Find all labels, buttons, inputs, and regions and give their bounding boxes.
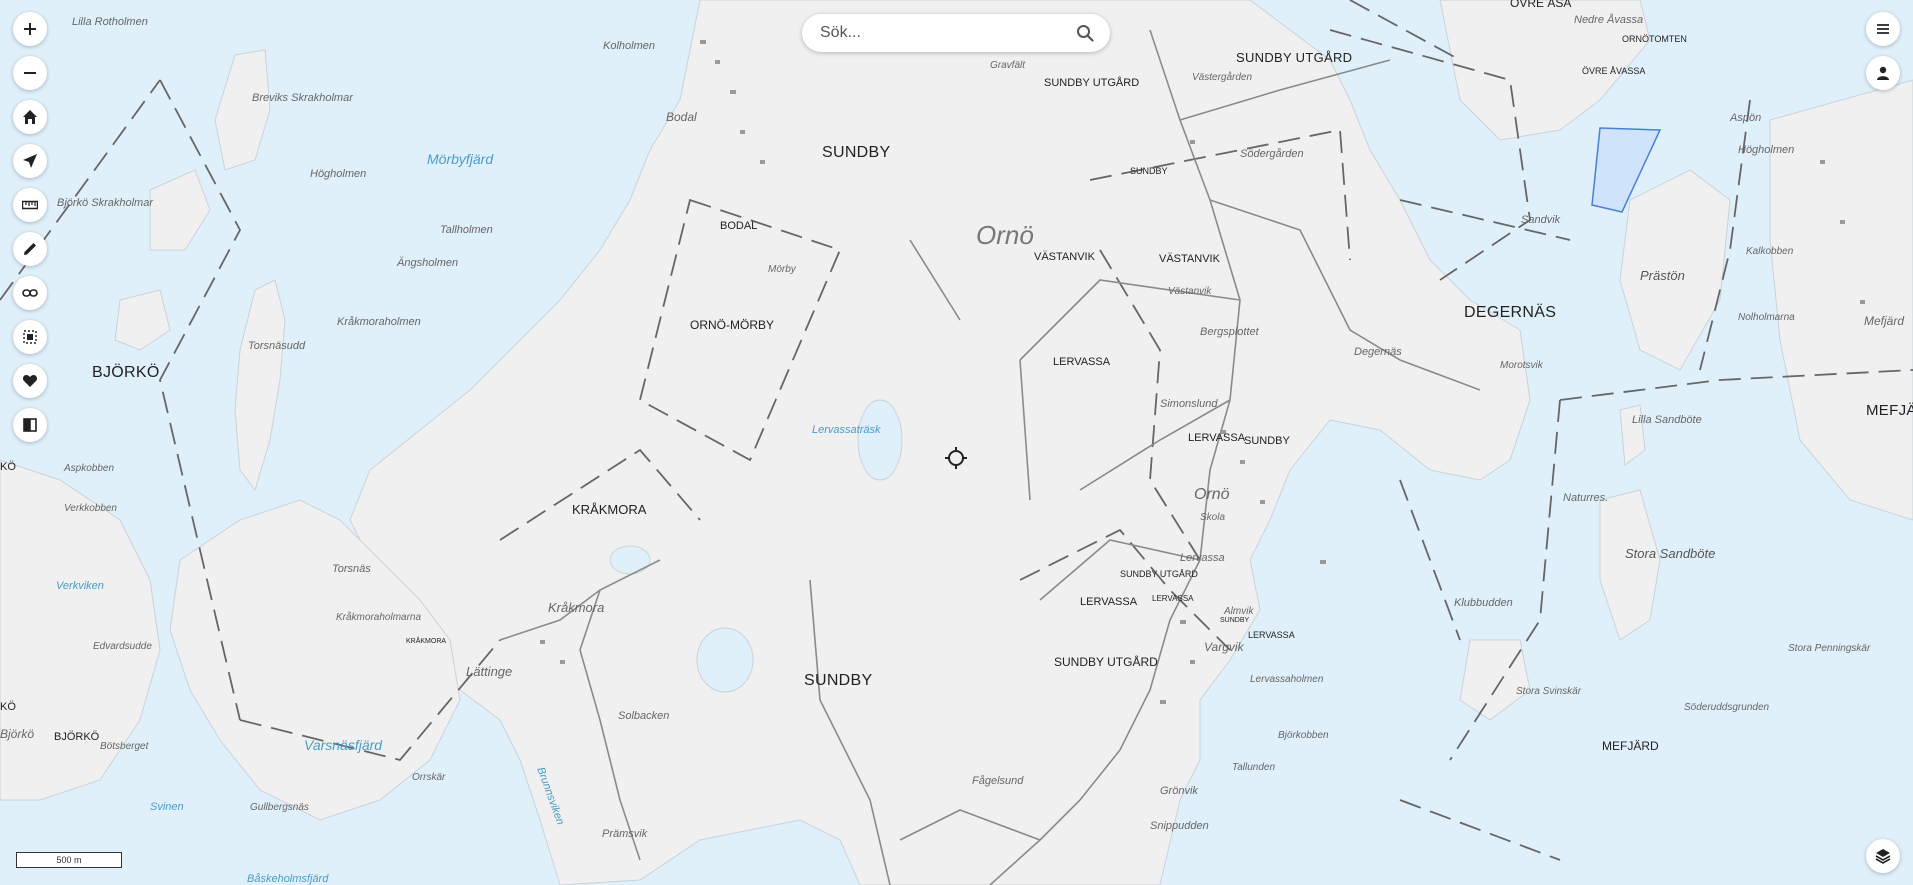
lake-west <box>609 545 651 575</box>
heart-icon <box>22 375 38 387</box>
home-button[interactable] <box>13 100 47 134</box>
measure-button[interactable] <box>13 188 47 222</box>
dotted-square-icon <box>23 330 37 344</box>
plus-icon <box>24 23 36 35</box>
hamburger-icon <box>1877 24 1889 34</box>
lake-lervassatrask <box>857 399 903 481</box>
locate-button[interactable] <box>13 144 47 178</box>
zoom-in-button[interactable] <box>13 12 47 46</box>
map-canvas[interactable] <box>0 0 1913 885</box>
menu-button[interactable] <box>1866 12 1900 46</box>
swap-icon <box>23 418 37 432</box>
layers-button[interactable] <box>1866 839 1900 873</box>
print-area-button[interactable] <box>13 320 47 354</box>
account-toolbar <box>1866 12 1900 90</box>
navigation-arrow-icon <box>23 154 37 168</box>
account-button[interactable] <box>1866 56 1900 90</box>
scale-label: 500 m <box>56 855 82 865</box>
draw-button[interactable] <box>13 232 47 266</box>
search-icon[interactable] <box>1076 24 1094 42</box>
search-bar <box>802 14 1110 52</box>
home-icon <box>23 110 37 124</box>
ruler-icon <box>22 200 38 210</box>
person-icon <box>1877 66 1889 80</box>
search-input[interactable] <box>818 23 1062 43</box>
compare-button[interactable] <box>13 408 47 442</box>
map-viewer[interactable]: Lilla Rotholmen Kolholmen Bodal SUNDBY G… <box>0 0 1913 885</box>
favorites-button[interactable] <box>13 364 47 398</box>
lake-south <box>696 627 754 693</box>
scale-bar: 500 m <box>16 852 122 868</box>
pencil-icon <box>24 243 36 255</box>
minus-icon <box>24 72 36 74</box>
link-button[interactable] <box>13 276 47 310</box>
crosshair-icon <box>945 447 967 469</box>
link-icon <box>22 289 38 297</box>
zoom-out-button[interactable] <box>13 56 47 90</box>
layers-icon <box>1875 849 1891 864</box>
map-toolbar <box>13 12 47 442</box>
